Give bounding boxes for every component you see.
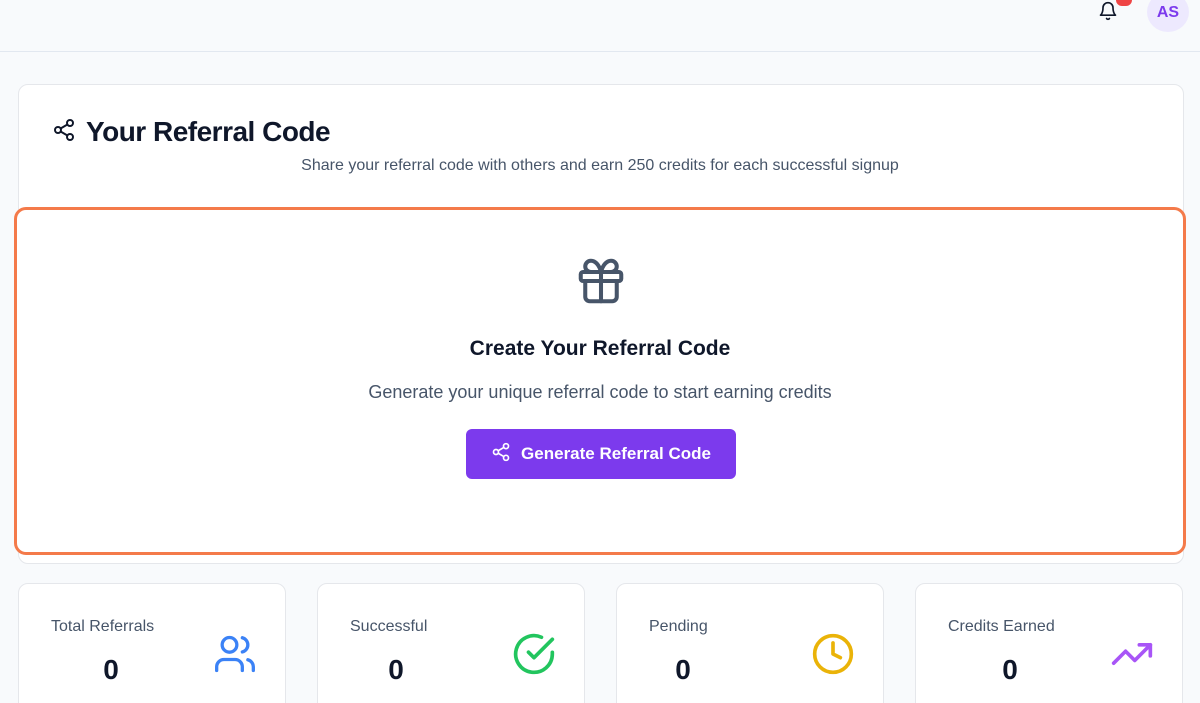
stat-label: Credits Earned xyxy=(948,618,1055,635)
bell-icon xyxy=(1098,0,1118,27)
gift-icon xyxy=(574,254,628,308)
share-icon xyxy=(491,442,511,467)
stat-value: 0 xyxy=(388,654,404,685)
trending-up-icon xyxy=(1110,632,1154,676)
clock-icon xyxy=(811,632,855,676)
stat-value: 0 xyxy=(675,654,691,685)
stat-card-pending: Pending 0 xyxy=(616,583,884,703)
stat-card-credits-earned: Credits Earned 0 xyxy=(915,583,1183,703)
referral-title-row: Your Referral Code xyxy=(52,114,331,150)
page-title: Your Referral Code xyxy=(86,116,331,147)
stat-label: Total Referrals xyxy=(51,618,155,635)
stat-label: Successful xyxy=(350,618,428,635)
page-subtitle: Share your referral code with others and… xyxy=(301,157,899,174)
create-referral-description: Generate your unique referral code to st… xyxy=(368,382,832,402)
stat-card-successful: Successful 0 xyxy=(317,583,585,703)
notifications-button[interactable] xyxy=(1096,0,1120,26)
create-referral-title: Create Your Referral Code xyxy=(469,337,731,360)
generate-referral-code-button[interactable]: Generate Referral Code xyxy=(466,429,736,479)
stat-label: Pending xyxy=(649,618,708,635)
stat-value: 0 xyxy=(1002,654,1018,685)
generate-button-label: Generate Referral Code xyxy=(521,444,711,463)
check-circle-icon xyxy=(512,632,556,676)
users-icon xyxy=(213,632,257,676)
stat-card-total-referrals: Total Referrals 0 xyxy=(18,583,286,703)
share-icon xyxy=(52,118,76,147)
stat-value: 0 xyxy=(103,654,119,685)
top-bar xyxy=(0,0,1200,52)
